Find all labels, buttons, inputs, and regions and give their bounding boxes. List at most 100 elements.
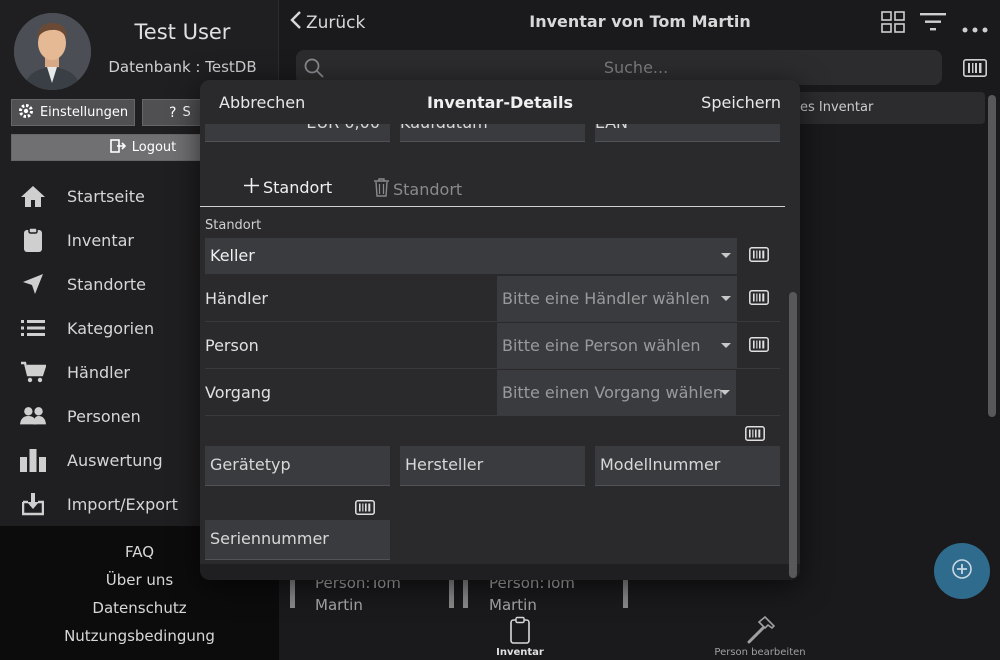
serial-barcode-icon[interactable] [355,500,377,516]
avatar[interactable] [14,13,91,90]
download-icon [20,491,46,517]
settings-label: Einstellungen [39,105,129,120]
clipboard-icon [20,227,46,253]
home-icon [20,183,46,209]
model-placeholder: Modellnummer [600,455,721,474]
terms-link[interactable]: Nutzungsbedingung [0,627,279,645]
sidebar-item-label: Standorte [67,274,147,294]
bottom-tab-bar: Inventar Person bearbeiten [280,608,1000,660]
inventory-details-modal: Abbrechen Inventar-Details Speichern EUR… [200,80,800,580]
dealer-label: Händler [205,289,268,308]
user-avatar-icon [14,13,91,90]
dealer-barcode-icon[interactable] [749,290,771,306]
chevron-down-icon [721,343,731,348]
main-scrollbar[interactable] [988,95,996,417]
sidebar-item-label: Kategorien [67,318,155,338]
help-label: S [182,105,191,120]
model-number-field[interactable]: Modellnummer [595,446,780,486]
row-divider [205,321,780,322]
card-divider [463,578,468,608]
settings-button[interactable]: Einstellungen [11,99,135,126]
device-barcode-icon[interactable] [745,426,767,442]
delete-location-label: Standort [393,180,463,199]
location-tabs: Standort Standort [200,170,785,207]
logout-label: Logout [131,140,177,155]
sidebar-item-label: Personen [67,406,141,426]
manufacturer-placeholder: Hersteller [405,455,484,474]
card-divider [290,578,295,608]
save-button[interactable]: Speichern [701,93,781,112]
sidebar-item-label: Startseite [67,186,145,206]
plus-circle-icon [952,559,972,583]
add-location-label: Standort [263,178,333,197]
person-barcode-icon[interactable] [749,337,771,353]
manufacturer-field[interactable]: Hersteller [400,446,585,486]
chevron-down-icon [721,253,731,258]
card-divider [449,578,454,608]
tab-person-bearbeiten[interactable]: Person bearbeiten [690,608,830,660]
plus-icon [244,178,259,197]
back-label: Zurück [306,12,366,33]
sidebar-item-label: Auswertung [67,450,163,470]
tab-label: Person bearbeiten [714,647,806,658]
trash-icon [373,178,390,201]
cart-icon [20,359,46,385]
person-label: Person [205,336,259,355]
cancel-button[interactable]: Abbrechen [219,93,305,112]
grid-view-icon[interactable] [881,11,905,37]
logout-icon [109,138,126,157]
row-divider [205,368,780,369]
person-placeholder: Bitte eine Person wählen [502,336,701,355]
location-section-label: Standort [205,218,262,233]
chevron-down-icon [720,390,730,395]
modal-title: Inventar-Details [426,93,574,112]
process-label: Vorgang [205,383,272,402]
back-button[interactable]: Zurück [290,10,365,35]
process-placeholder: Bitte einen Vorgang wählen [502,383,723,402]
tab-inventar[interactable]: Inventar [450,608,590,660]
user-name: Test User [134,20,231,44]
card-divider [623,578,628,608]
dealer-placeholder: Bitte eine Händler wählen [502,289,710,308]
dealer-select[interactable]: Bitte eine Händler wählen [497,276,737,321]
location-select[interactable]: Keller [205,238,737,274]
bar-chart-icon [20,447,46,473]
gear-icon [18,103,34,123]
barcode-scan-icon[interactable] [963,59,987,81]
row-divider [205,415,780,416]
serial-number-field[interactable]: Seriennummer [205,520,390,560]
top-bar: Zurück Inventar von Tom Martin [280,0,1000,45]
database-label: Datenbank : TestDB [108,58,257,76]
sidebar-item-label: Händler [67,362,130,382]
process-select[interactable]: Bitte einen Vorgang wählen [497,370,736,415]
list-icon [20,315,46,341]
page-title: Inventar von Tom Martin [529,12,751,31]
search-icon [304,58,324,82]
add-location-button[interactable]: Standort [244,178,332,197]
question-icon: ? [169,104,177,121]
device-type-field[interactable]: Gerätetyp [205,446,390,486]
modal-header: Abbrechen Inventar-Details Speichern [200,80,800,124]
new-inventory-bar[interactable]: es Inventar [790,92,985,124]
new-inventory-label: es Inventar [800,100,874,115]
people-icon [20,403,46,429]
location-barcode-icon[interactable] [749,247,771,263]
chevron-down-icon [721,296,731,301]
modal-scrollbar[interactable] [789,292,797,578]
person-select[interactable]: Bitte eine Person wählen [497,323,737,368]
location-arrow-icon [20,271,46,297]
tab-label: Inventar [496,647,544,658]
device-type-placeholder: Gerätetyp [210,455,291,474]
modal-bottom-edge [200,564,800,580]
sidebar-item-label: Import/Export [67,494,178,514]
more-icon[interactable] [962,18,988,37]
delete-location-button[interactable]: Standort [373,178,462,201]
privacy-link[interactable]: Datenschutz [0,599,279,617]
hammer-icon [745,615,776,647]
filter-icon[interactable] [920,13,946,35]
sidebar-item-label: Inventar [67,230,134,250]
chevron-left-icon [290,10,302,35]
add-fab-button[interactable] [934,543,990,599]
serial-placeholder: Seriennummer [210,529,329,548]
location-value: Keller [210,246,255,265]
